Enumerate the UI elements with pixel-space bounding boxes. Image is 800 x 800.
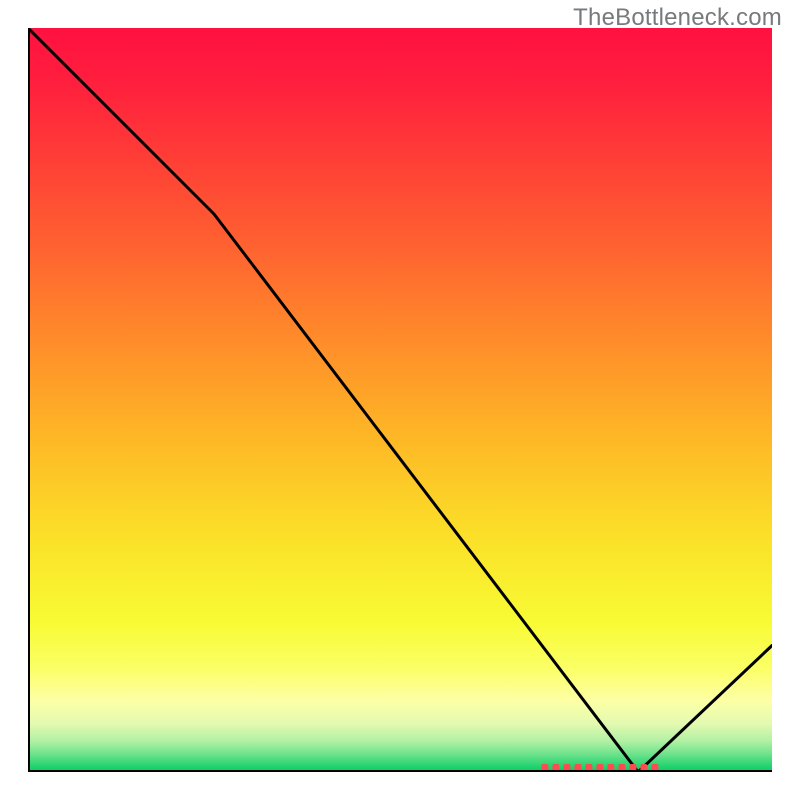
- plot-area: [28, 28, 772, 772]
- chart-frame: TheBottleneck.com: [0, 0, 800, 800]
